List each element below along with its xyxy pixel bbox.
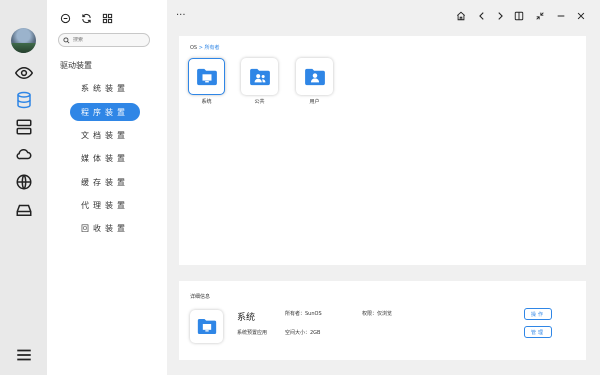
forward-icon[interactable]: [493, 9, 507, 23]
cloud-icon[interactable]: [12, 144, 36, 164]
user-folder-icon: [304, 68, 325, 85]
details-subtitle: 系统预置应用: [237, 330, 268, 336]
details-folder-icon: [190, 310, 223, 343]
sidebar-item-system[interactable]: 系统装置: [70, 79, 140, 97]
sidebar-item-recycle[interactable]: 回收装置: [70, 219, 140, 237]
breadcrumb-separator: >: [198, 45, 203, 51]
monitor-folder-icon: [196, 68, 217, 85]
details-name: 系统: [237, 313, 256, 323]
breadcrumb-root[interactable]: OS: [190, 45, 197, 51]
details-permission: 权限：仅浏览: [362, 311, 393, 317]
details-size: 空间大小：2GB: [285, 330, 321, 336]
minimize-icon[interactable]: [554, 9, 568, 23]
operate-button[interactable]: 操作: [524, 308, 552, 320]
file-browser-panel: OS > 所有者 系统 公共 用户: [179, 36, 586, 265]
drive-icon[interactable]: [12, 200, 36, 220]
sidebar-item-program[interactable]: 程序装置: [70, 103, 140, 121]
close-icon[interactable]: [574, 9, 588, 23]
collapse-icon[interactable]: [533, 9, 547, 23]
minus-circle-icon[interactable]: [58, 11, 72, 25]
sidebar: 驱动装置 系统装置 程序装置 文档装置 媒体装置 缓存装置 代理装置 回收装置: [47, 0, 167, 375]
menu-icon[interactable]: [12, 345, 36, 365]
sidebar-item-cache[interactable]: 缓存装置: [70, 173, 140, 191]
sidebar-item-document[interactable]: 文档装置: [70, 126, 140, 144]
folder-user[interactable]: 用户: [296, 58, 333, 108]
home-icon[interactable]: [454, 9, 468, 23]
details-title: 详细信息: [190, 294, 211, 300]
search-input[interactable]: [73, 37, 143, 43]
split-view-icon[interactable]: [512, 9, 526, 23]
breadcrumb: OS > 所有者: [190, 44, 220, 51]
folder-public[interactable]: 公共: [241, 58, 278, 108]
search-icon: [59, 34, 73, 46]
details-panel: 详细信息 系统 系统预置应用 所有者：SunOS 空间大小：2GB 权限：仅浏览…: [179, 281, 586, 360]
section-title: 驱动装置: [60, 61, 92, 70]
search-bar: [58, 33, 150, 47]
globe-icon[interactable]: [12, 172, 36, 192]
left-rail: [0, 0, 47, 375]
database-icon[interactable]: [12, 90, 36, 110]
sidebar-item-proxy[interactable]: 代理装置: [70, 196, 140, 214]
details-owner: 所有者：SunOS: [285, 311, 322, 317]
folder-system[interactable]: 系统: [188, 58, 225, 108]
grid-icon[interactable]: [100, 11, 114, 25]
refresh-icon[interactable]: [79, 11, 93, 25]
folder-name: 系统: [201, 99, 212, 105]
folder-name: 用户: [309, 99, 320, 105]
server-icon[interactable]: [12, 117, 36, 137]
back-icon[interactable]: [475, 9, 489, 23]
avatar[interactable]: [11, 28, 36, 53]
users-folder-icon: [249, 68, 270, 85]
folder-name: 公共: [254, 99, 265, 105]
breadcrumb-current[interactable]: 所有者: [205, 45, 220, 51]
manage-button[interactable]: 管理: [524, 326, 552, 338]
eye-icon[interactable]: [12, 63, 36, 83]
more-menu-button[interactable]: ···: [176, 10, 186, 21]
sidebar-item-media[interactable]: 媒体装置: [70, 149, 140, 167]
